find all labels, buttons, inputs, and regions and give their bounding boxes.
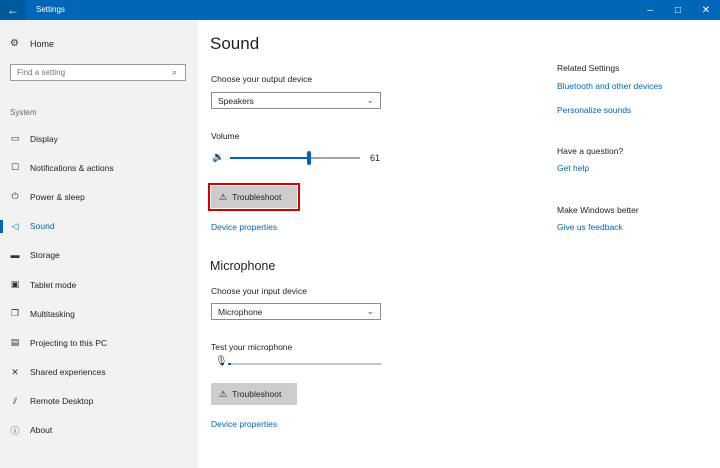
microphone-level-meter <box>228 363 382 365</box>
warning-icon: ⚠ <box>219 191 228 202</box>
output-troubleshoot-button[interactable]: ⚠ Troubleshoot <box>208 183 300 211</box>
give-feedback-link[interactable]: Give us feedback <box>557 222 623 232</box>
sidebar-item-tablet-mode[interactable]: ▣ Tablet mode <box>0 270 198 299</box>
question-heading: Have a question? <box>557 146 624 156</box>
chevron-down-icon: ⌄ <box>366 95 374 105</box>
sidebar-item-label: Sound <box>30 221 55 232</box>
personalize-sounds-link[interactable]: Personalize sounds <box>557 105 631 115</box>
get-help-link[interactable]: Get help <box>557 163 589 173</box>
sidebar-item-label: Remote Desktop <box>30 396 94 407</box>
sidebar-item-label: Multitasking <box>30 308 75 319</box>
sidebar-nav: ▭ Display ☐ Notifications & actions ⏻ Power &… <box>0 124 198 445</box>
sidebar-item-label: About <box>30 425 53 436</box>
close-icon: ✕ <box>701 4 711 16</box>
input-device-dropdown[interactable]: Microphone ⌄ <box>211 303 381 320</box>
microphone-icon: 🎙 <box>215 356 228 367</box>
maximize-icon: □ <box>674 4 682 16</box>
info-icon: ⓘ <box>10 425 20 436</box>
back-arrow-icon: ← <box>7 3 19 17</box>
sidebar-item-label: Shared experiences <box>30 367 106 378</box>
speaker-icon[interactable]: 🔉 <box>212 152 224 163</box>
output-device-dropdown[interactable]: Speakers ⌄ <box>211 92 381 109</box>
output-troubleshoot-label: Troubleshoot <box>232 192 282 202</box>
volume-slider-thumb[interactable] <box>307 151 312 165</box>
sidebar-item-remote-desktop[interactable]: ⫽ Remote Desktop <box>0 387 198 416</box>
microphone-level-fill <box>228 363 232 365</box>
sidebar-item-projecting-to-this-pc[interactable]: ▤ Projecting to this PC <box>0 328 198 357</box>
output-device-properties-link[interactable]: Device properties <box>211 222 277 232</box>
home-label: Home <box>30 38 55 49</box>
volume-slider[interactable] <box>230 151 360 165</box>
sidebar-item-power-sleep[interactable]: ⏻ Power & sleep <box>0 182 198 211</box>
close-button[interactable]: ✕ <box>692 0 720 20</box>
microphone-heading: Microphone <box>210 259 276 273</box>
minimize-icon: – <box>647 4 653 16</box>
main-content: Sound Choose your output device Speakers… <box>198 20 720 468</box>
section-label-system: System <box>10 108 37 117</box>
microphone-troubleshoot-button[interactable]: ⚠ Troubleshoot <box>211 383 297 405</box>
output-device-value: Speakers <box>218 95 254 106</box>
microphone-device-properties-link[interactable]: Device properties <box>211 419 277 429</box>
sidebar-item-label: Storage <box>30 250 60 261</box>
display-icon: ▭ <box>10 133 20 144</box>
window-title: Settings <box>36 5 65 14</box>
remote-desktop-icon: ⫽ <box>12 395 17 406</box>
projector-icon: ▤ <box>10 337 20 348</box>
minimize-button[interactable]: – <box>636 0 664 20</box>
input-device-value: Microphone <box>218 306 263 317</box>
sidebar-item-label: Display <box>30 133 58 144</box>
search-input[interactable] <box>10 64 186 81</box>
sidebar-item-storage[interactable]: ▬ Storage <box>0 241 198 270</box>
notifications-icon: ☐ <box>10 162 20 173</box>
tablet-icon: ▣ <box>10 279 20 290</box>
power-icon: ⏻ <box>11 191 19 202</box>
sidebar-item-label: Projecting to this PC <box>30 337 108 348</box>
input-device-label: Choose your input device <box>211 286 307 296</box>
home-link[interactable]: ⚙ Home <box>10 38 54 49</box>
sidebar-item-about[interactable]: ⓘ About <box>0 416 198 445</box>
feedback-heading: Make Windows better <box>557 205 639 215</box>
gear-icon: ⚙ <box>10 38 19 49</box>
chevron-down-icon: ⌄ <box>366 306 374 316</box>
output-device-label: Choose your output device <box>211 74 313 84</box>
title-bar: ← Settings – □ ✕ <box>0 0 720 20</box>
sidebar: ⚙ Home ⌕ System ▭ Display ☐ Notifications &… <box>0 20 198 468</box>
sidebar-item-notifications-actions[interactable]: ☐ Notifications & actions <box>0 153 198 182</box>
speaker-icon: ◁ <box>11 220 19 231</box>
microphone-troubleshoot-label: Troubleshoot <box>232 389 282 399</box>
sidebar-item-label: Tablet mode <box>30 279 77 290</box>
sidebar-item-label: Notifications & actions <box>30 162 114 173</box>
search-icon[interactable]: ⌕ <box>172 67 177 78</box>
storage-icon: ▬ <box>10 250 20 261</box>
multitasking-icon: ❐ <box>10 308 20 319</box>
volume-label: Volume <box>211 131 240 141</box>
sidebar-item-shared-experiences[interactable]: ✕ Shared experiences <box>0 358 198 387</box>
bluetooth-devices-link[interactable]: Bluetooth and other devices <box>557 81 662 91</box>
back-button[interactable]: ← <box>0 0 26 20</box>
maximize-button[interactable]: □ <box>664 0 692 20</box>
shared-icon: ✕ <box>11 366 19 377</box>
related-settings-heading: Related Settings <box>557 63 620 73</box>
warning-icon: ⚠ <box>219 388 228 399</box>
volume-slider-fill <box>230 157 310 159</box>
volume-value: 61 <box>370 153 381 163</box>
sidebar-item-sound[interactable]: ◁ Sound <box>0 212 198 241</box>
page-title: Sound <box>210 34 260 53</box>
test-microphone-label: Test your microphone <box>211 342 293 352</box>
sidebar-item-multitasking[interactable]: ❐ Multitasking <box>0 299 198 328</box>
sidebar-item-label: Power & sleep <box>30 191 85 202</box>
sidebar-item-display[interactable]: ▭ Display <box>0 124 198 153</box>
